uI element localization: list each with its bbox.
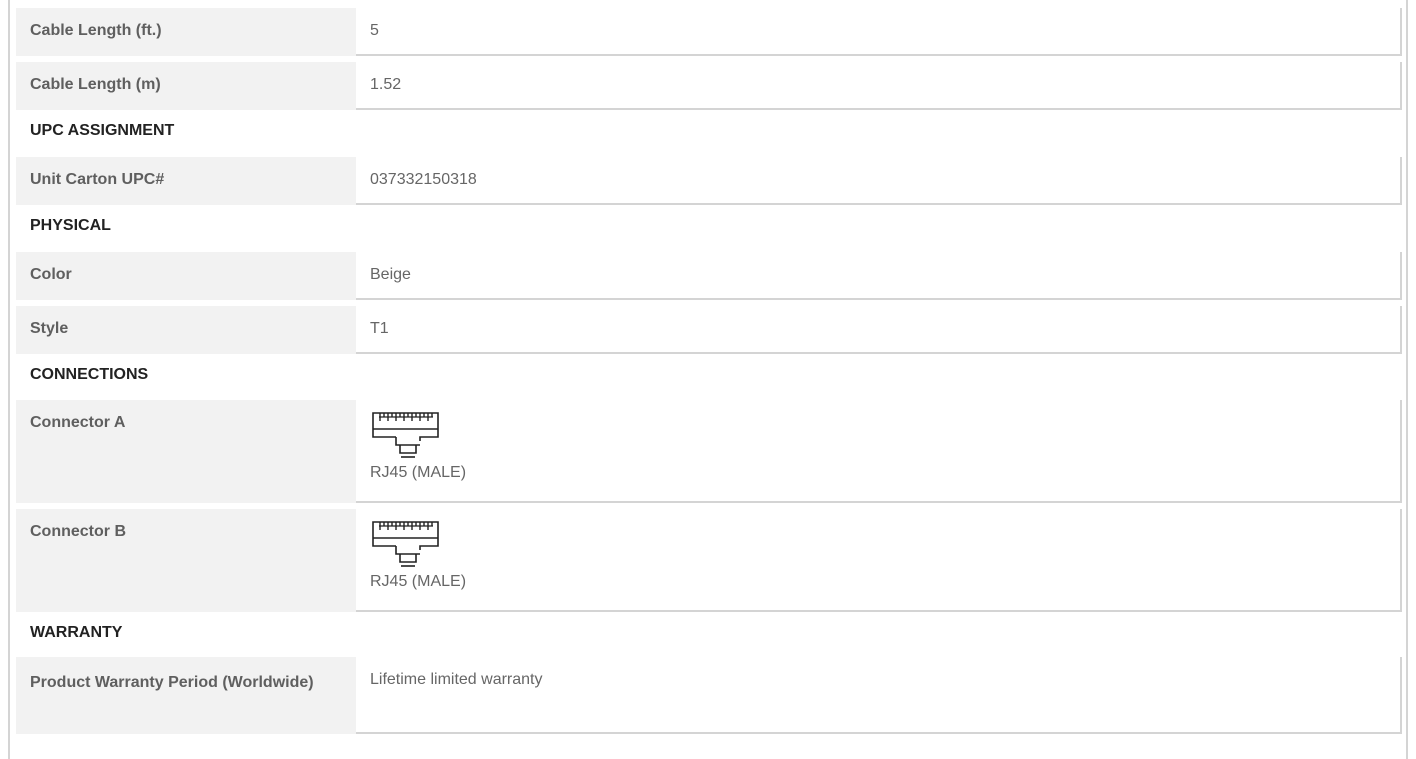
spec-label: Unit Carton UPC# xyxy=(30,171,165,188)
table-left-border xyxy=(8,0,10,759)
connector-b-type: RJ45 (MALE) xyxy=(370,573,467,590)
spec-value-connector-b: RJ45 (MALE) xyxy=(356,509,1402,612)
spec-value: Beige xyxy=(356,252,1402,300)
spec-value: Lifetime limited warranty xyxy=(356,657,1402,734)
table-right-border xyxy=(1406,0,1408,759)
spec-label: Connector A xyxy=(30,414,126,431)
spec-row-connector-a: Connector A RJ45 (MALE) xyxy=(16,400,1402,503)
section-heading-warranty: WARRANTY xyxy=(16,614,1402,651)
spec-label: Cable Length (ft.) xyxy=(30,22,162,39)
section-heading-upc: UPC ASSIGNMENT xyxy=(16,112,1402,149)
section-heading-connections: CONNECTIONS xyxy=(16,356,1402,393)
spec-row-warranty-period: Product Warranty Period (Worldwide) Life… xyxy=(16,657,1402,734)
rj45-connector-icon xyxy=(372,521,439,567)
spec-value: 1.52 xyxy=(356,62,1402,110)
spec-row-style: Style T1 xyxy=(16,306,1402,354)
spec-row-cable-length-ft: Cable Length (ft.) 5 xyxy=(16,8,1402,56)
spec-label: Cable Length (m) xyxy=(30,76,161,93)
spec-value: 5 xyxy=(356,8,1402,56)
section-heading-physical: PHYSICAL xyxy=(16,207,1402,244)
spec-row-unit-carton-upc: Unit Carton UPC# 037332150318 xyxy=(16,157,1402,205)
spec-table: Cable Length (ft.) 5 Cable Length (m) 1.… xyxy=(8,0,1408,759)
spec-row-cable-length-m: Cable Length (m) 1.52 xyxy=(16,62,1402,110)
spec-row-color: Color Beige xyxy=(16,252,1402,300)
spec-row-connector-b: Connector B RJ45 (MALE) xyxy=(16,509,1402,612)
spec-label: Color xyxy=(30,266,72,283)
spec-label: Product Warranty Period (Worldwide) xyxy=(30,674,314,691)
rj45-connector-icon xyxy=(372,412,439,458)
spec-value-connector-a: RJ45 (MALE) xyxy=(356,400,1402,503)
spec-value: 037332150318 xyxy=(356,157,1402,205)
spec-label: Connector B xyxy=(30,523,126,540)
spec-value: T1 xyxy=(356,306,1402,354)
spec-label: Style xyxy=(30,320,69,337)
connector-a-type: RJ45 (MALE) xyxy=(370,464,467,481)
